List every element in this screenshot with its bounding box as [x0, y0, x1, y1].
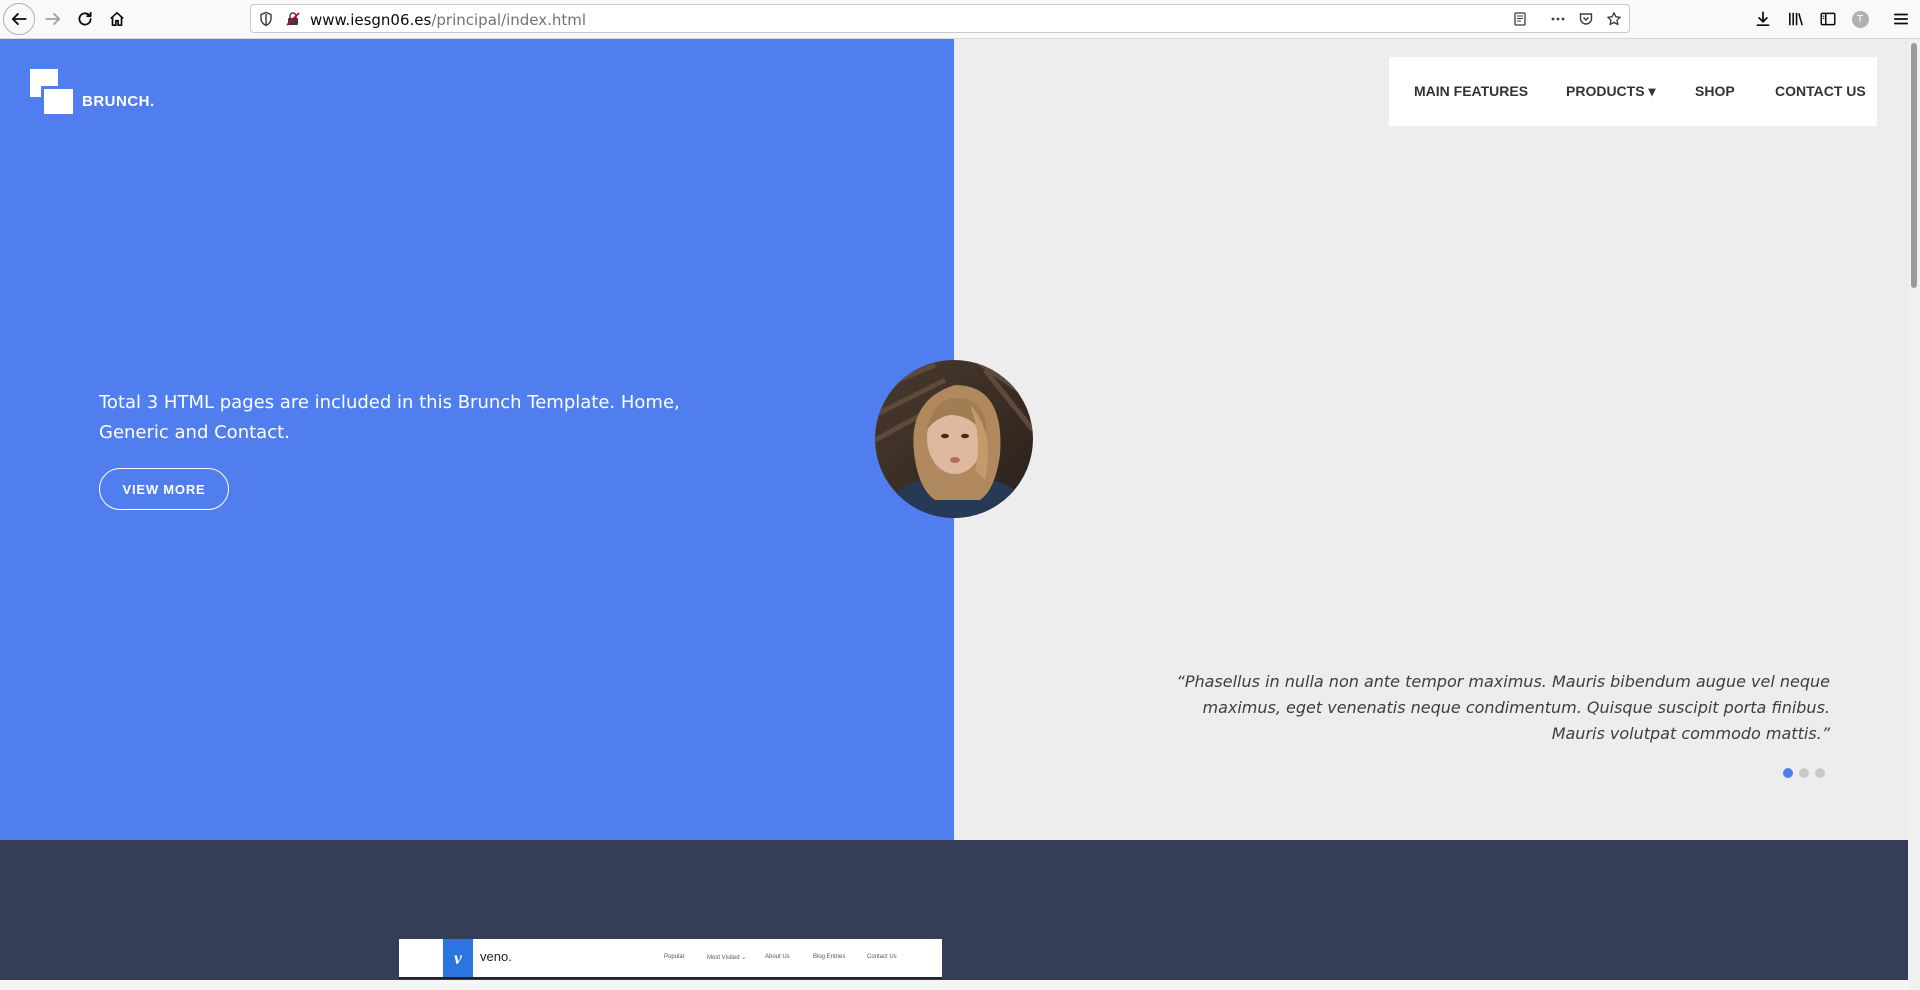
- slider-dot-3[interactable]: [1815, 768, 1825, 778]
- bookmark-star-icon[interactable]: [1605, 10, 1623, 28]
- reload-button[interactable]: [69, 3, 101, 35]
- address-bar[interactable]: www.iesgn06.es/principal/index.html: [250, 4, 1630, 33]
- dark-section: [0, 840, 1908, 990]
- library-icon[interactable]: [1786, 9, 1806, 29]
- nav-shop[interactable]: SHOP: [1695, 83, 1735, 99]
- home-button[interactable]: [101, 3, 133, 35]
- nav-contact-us[interactable]: CONTACT US: [1775, 83, 1866, 99]
- sidebar-icon[interactable]: [1818, 9, 1838, 29]
- more-actions-icon[interactable]: [1549, 10, 1567, 28]
- scroll-thumb[interactable]: [1911, 43, 1917, 288]
- hero-right-panel: “Phasellus in nulla non ante tempor maxi…: [954, 39, 1908, 840]
- preview-nav-item: Most Visited ⌄: [707, 955, 747, 961]
- preview-divider: [399, 977, 942, 979]
- profile-initial: T: [1851, 10, 1869, 28]
- url-text[interactable]: www.iesgn06.es/principal/index.html: [310, 11, 586, 29]
- hero-text: Total 3 HTML pages are included in this …: [99, 392, 680, 443]
- browser-toolbar: www.iesgn06.es/principal/index.html T: [0, 0, 1920, 39]
- account-avatar[interactable]: T: [1850, 9, 1870, 29]
- hero-left-panel: BRUNCH. Total 3 HTML pages are included …: [0, 39, 954, 840]
- slider-dot-2[interactable]: [1799, 768, 1809, 778]
- downloads-icon[interactable]: [1753, 9, 1773, 29]
- testimonial-quote: “Phasellus in nulla non ante tempor maxi…: [1176, 672, 1830, 743]
- back-button[interactable]: [3, 3, 35, 35]
- slider-dot-1[interactable]: [1783, 768, 1793, 778]
- forward-button[interactable]: [37, 3, 69, 35]
- view-more-button[interactable]: VIEW MORE: [99, 468, 229, 510]
- template-preview: v veno. Popular Most Visited ⌄ About Us …: [399, 939, 942, 979]
- pocket-icon[interactable]: [1577, 10, 1595, 28]
- nav-main-features[interactable]: MAIN FEATURES: [1414, 83, 1528, 99]
- preview-logo: v: [443, 939, 473, 977]
- preview-nav-item: Contact Us: [867, 954, 897, 960]
- testimonial-avatar: [875, 360, 1033, 518]
- main-nav: MAIN FEATURES PRODUCTS ▾ SHOP CONTACT US: [1389, 57, 1877, 126]
- site-logo[interactable]: BRUNCH.: [30, 69, 230, 119]
- shield-icon[interactable]: [257, 10, 275, 28]
- reader-view-icon[interactable]: [1511, 10, 1529, 28]
- nav-products[interactable]: PRODUCTS ▾: [1566, 83, 1655, 100]
- logo-square-front: [44, 89, 73, 114]
- insecure-lock-icon[interactable]: [284, 10, 302, 28]
- preview-brand: veno.: [480, 949, 512, 964]
- preview-nav-item: About Us: [765, 954, 790, 960]
- brand-name: BRUNCH.: [82, 93, 155, 110]
- arrow-right-icon: [45, 13, 61, 25]
- reload-icon: [78, 11, 92, 26]
- preview-nav-item: Blog Entries: [813, 954, 846, 960]
- arrow-left-icon: [11, 13, 27, 25]
- menu-button[interactable]: [1891, 9, 1911, 29]
- preview-nav-item: Popular: [664, 954, 685, 960]
- bottom-strip: [0, 980, 1908, 990]
- web-page: BRUNCH. Total 3 HTML pages are included …: [0, 39, 1908, 990]
- slider-dots: [1783, 768, 1825, 778]
- page-scrollbar[interactable]: [1908, 39, 1920, 990]
- home-icon: [110, 11, 124, 27]
- hamburger-icon: [1893, 13, 1909, 25]
